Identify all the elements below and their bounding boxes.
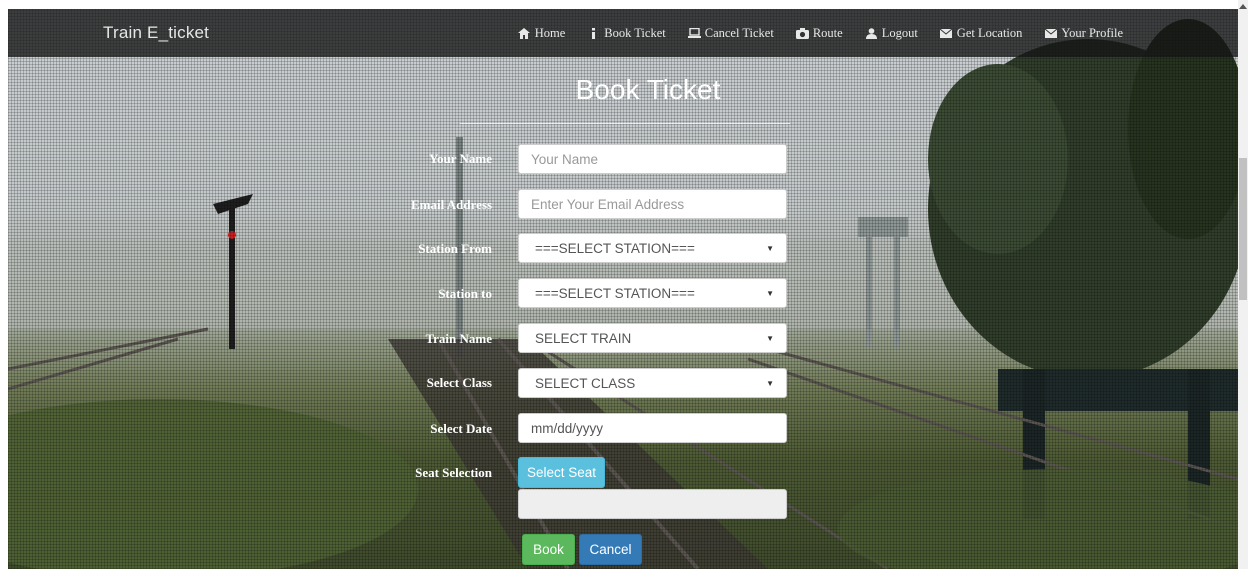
- name-label: Your Name: [429, 151, 492, 166]
- chevron-down-icon: ▼: [766, 243, 774, 253]
- book-button[interactable]: Book: [522, 534, 575, 565]
- nav-home-label: Home: [534, 25, 566, 40]
- top-navbar: Train E_ticket Home Book Ticket Cancel T…: [8, 9, 1238, 57]
- station-to-label: Station to: [438, 286, 492, 301]
- page-title: Book Ticket: [575, 74, 721, 105]
- scroll-up-icon[interactable]: [1239, 4, 1247, 9]
- scrollbar-thumb[interactable]: [1239, 158, 1247, 300]
- cancel-button[interactable]: Cancel: [579, 534, 642, 565]
- envelope-icon: [940, 28, 953, 39]
- station-from-value: ===SELECT STATION===: [535, 240, 695, 256]
- train-name-value: SELECT TRAIN: [535, 330, 632, 346]
- email-input[interactable]: Enter Your Email Address: [518, 189, 787, 219]
- nav-route-label: Route: [812, 25, 843, 40]
- chevron-down-icon: ▼: [766, 333, 774, 343]
- station-from-label: Station From: [418, 241, 492, 256]
- select-class-label: Select Class: [426, 375, 492, 390]
- info-icon: [587, 27, 600, 39]
- nav-home[interactable]: Home: [507, 26, 577, 41]
- seat-selection-label: Seat Selection: [415, 465, 492, 480]
- title-divider: [460, 123, 790, 124]
- chevron-down-icon: ▼: [766, 378, 774, 388]
- station-from-select[interactable]: ===SELECT STATION=== ▼: [518, 233, 787, 263]
- train-name-select[interactable]: SELECT TRAIN ▼: [518, 323, 787, 353]
- nav-cancel-ticket[interactable]: Cancel Ticket: [677, 26, 785, 41]
- station-to-value: ===SELECT STATION===: [535, 285, 695, 301]
- email-label: Email Address: [410, 197, 492, 212]
- vertical-scrollbar[interactable]: [1238, 0, 1248, 569]
- nav-logout-label: Logout: [881, 25, 918, 40]
- nav-route[interactable]: Route: [785, 26, 854, 41]
- select-date-label: Select Date: [430, 421, 492, 436]
- nav-cancel-ticket-label: Cancel Ticket: [704, 25, 774, 40]
- brand-title[interactable]: Train E_ticket: [103, 23, 209, 43]
- nav-get-location[interactable]: Get Location: [929, 26, 1034, 41]
- chevron-down-icon: ▼: [766, 288, 774, 298]
- name-input[interactable]: Your Name: [518, 144, 787, 174]
- nav-your-profile-label: Your Profile: [1061, 25, 1123, 40]
- envelope-icon: [1044, 28, 1057, 39]
- laptop-icon: [687, 28, 701, 39]
- home-icon: [518, 27, 531, 39]
- nav-get-location-label: Get Location: [956, 25, 1023, 40]
- station-to-select[interactable]: ===SELECT STATION=== ▼: [518, 278, 787, 308]
- seat-display-field[interactable]: [518, 489, 787, 519]
- nav-book-ticket-label: Book Ticket: [604, 25, 666, 40]
- user-icon: [865, 27, 878, 39]
- train-name-label: Train Name: [425, 331, 492, 346]
- date-input[interactable]: mm/dd/yyyy: [518, 413, 787, 443]
- select-class-value: SELECT CLASS: [535, 375, 636, 391]
- nav-logout[interactable]: Logout: [854, 26, 929, 41]
- nav-book-ticket[interactable]: Book Ticket: [576, 26, 676, 41]
- nav-menu: Home Book Ticket Cancel Ticket Route Log…: [507, 9, 1134, 57]
- select-class-select[interactable]: SELECT CLASS ▼: [518, 368, 787, 398]
- camera-icon: [795, 27, 809, 39]
- select-seat-button[interactable]: Select Seat: [518, 457, 605, 488]
- nav-your-profile[interactable]: Your Profile: [1033, 26, 1134, 41]
